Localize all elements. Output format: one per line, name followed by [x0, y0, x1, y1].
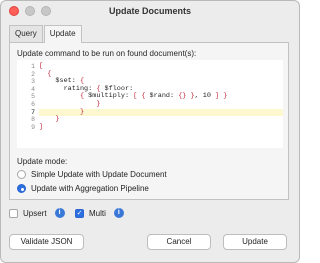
line-number: 9 — [31, 123, 35, 131]
update-command-label: Update command to be run on found docume… — [17, 49, 197, 58]
aggregation-pipeline-radio[interactable] — [17, 184, 26, 193]
tab-query[interactable]: Query — [9, 25, 43, 42]
update-button[interactable]: Update — [223, 234, 287, 250]
upsert-label: Upsert — [23, 208, 47, 218]
multi-info-icon[interactable]: i — [113, 208, 124, 218]
line-number: 4 — [31, 85, 35, 93]
code-line: [ — [39, 62, 44, 70]
mode-option-pipeline[interactable]: Update with Aggregation Pipeline — [17, 184, 149, 193]
cancel-button[interactable]: Cancel — [147, 234, 211, 250]
aggregation-pipeline-label: Update with Aggregation Pipeline — [31, 184, 149, 193]
code-line: } — [39, 108, 283, 117]
tab-bar: Query Update — [9, 25, 82, 43]
line-number: 7 — [31, 108, 35, 116]
line-number-gutter: 123456789 — [17, 63, 35, 131]
upsert-option[interactable]: Upsert i — [9, 208, 65, 218]
title-bar: Update Documents — [1, 1, 299, 23]
code-line: ] — [39, 122, 44, 131]
window-title: Update Documents — [108, 6, 191, 16]
update-panel: Update command to be run on found docume… — [9, 42, 289, 200]
validate-json-button[interactable]: Validate JSON — [9, 234, 84, 250]
simple-update-radio[interactable] — [17, 170, 26, 179]
tab-update[interactable]: Update — [43, 25, 82, 43]
simple-update-label: Simple Update with Update Document — [31, 170, 167, 179]
update-mode-label: Update mode: — [17, 157, 68, 166]
code-line: } — [55, 115, 60, 124]
upsert-checkbox[interactable] — [9, 208, 18, 218]
multi-label: Multi — [89, 208, 106, 218]
line-number: 6 — [31, 100, 35, 108]
code-area[interactable]: [ { $set: { rating: { $floor: { $multipl… — [39, 62, 283, 131]
multi-option[interactable]: ✓ Multi i — [75, 208, 124, 218]
line-number: 3 — [31, 78, 35, 86]
update-command-editor[interactable]: 123456789 [ { $set: { rating: { $floor: … — [17, 60, 283, 148]
mode-option-simple[interactable]: Simple Update with Update Document — [17, 170, 167, 179]
update-documents-dialog: Update Documents Query Update Update com… — [0, 0, 300, 263]
line-number: 2 — [31, 70, 35, 78]
multi-checkbox[interactable]: ✓ — [75, 208, 84, 218]
upsert-info-icon[interactable]: i — [54, 208, 65, 218]
line-number: 8 — [31, 116, 35, 124]
line-number: 5 — [31, 93, 35, 101]
line-number: 1 — [31, 63, 35, 70]
